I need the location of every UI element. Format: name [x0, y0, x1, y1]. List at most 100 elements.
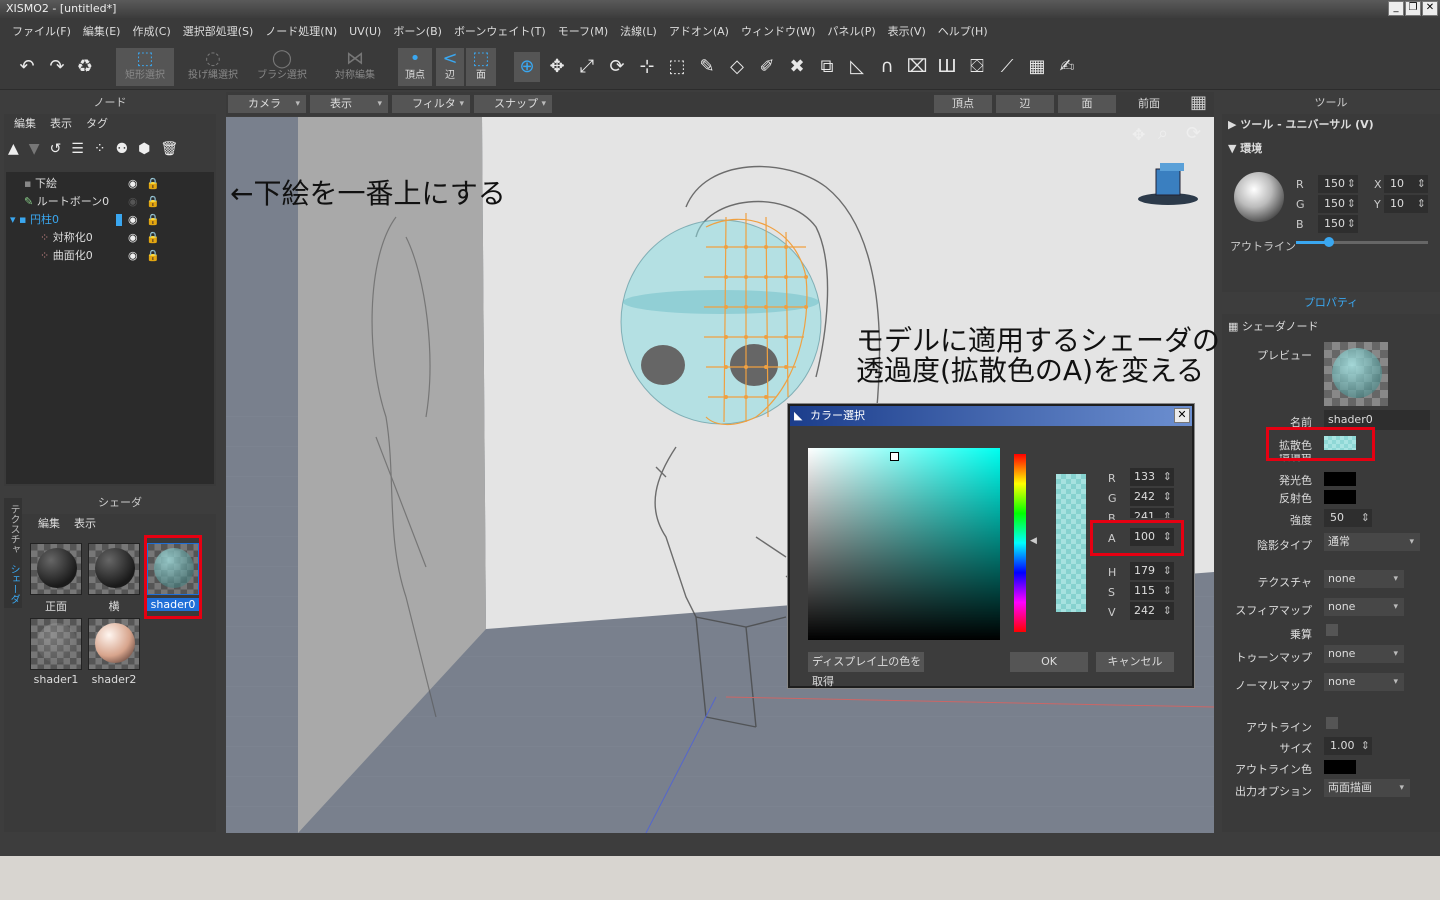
- cube-icon[interactable]: ⧉: [814, 56, 840, 77]
- saturation-value-area[interactable]: [808, 448, 1000, 640]
- move-down-icon[interactable]: ▼: [29, 134, 40, 164]
- rect-select-button[interactable]: ⬚ 矩形選択: [116, 48, 174, 86]
- recycle-icon[interactable]: ♻: [72, 56, 98, 77]
- dlg-v-input[interactable]: 242: [1130, 602, 1174, 620]
- pen-icon[interactable]: ✎: [694, 56, 720, 77]
- sphere-map-dropdown[interactable]: none: [1324, 598, 1404, 616]
- menu-file[interactable]: ファイル(F): [6, 23, 77, 39]
- film-icon[interactable]: ▦: [1024, 56, 1050, 77]
- menu-node[interactable]: ノード処理(N): [259, 23, 343, 39]
- redo-icon[interactable]: ↷: [44, 56, 70, 77]
- node-cylinder[interactable]: ▾ ▪ 円柱0 ◉ 🔒: [6, 211, 214, 229]
- env-y-input[interactable]: 10: [1384, 195, 1428, 213]
- shader-thumb-shader2[interactable]: [88, 618, 140, 670]
- toon-map-dropdown[interactable]: none: [1324, 645, 1404, 663]
- scale-icon[interactable]: ⤢: [574, 56, 600, 77]
- env-x-input[interactable]: 10: [1384, 175, 1428, 193]
- hue-slider[interactable]: [1014, 454, 1026, 632]
- snap-dropdown[interactable]: スナップ: [474, 95, 552, 113]
- node-menu-view[interactable]: 表示: [50, 114, 72, 134]
- menu-panel[interactable]: パネル(P): [821, 23, 881, 39]
- vertex-mode-button[interactable]: • 頂点: [398, 48, 432, 86]
- zoom-icon[interactable]: ⌕: [1158, 123, 1168, 144]
- emissive-color-swatch[interactable]: [1324, 472, 1356, 486]
- texture-dropdown[interactable]: none: [1324, 570, 1404, 588]
- symmetric-edit-button[interactable]: ⋈ 対称編集: [326, 48, 384, 86]
- eye-icon[interactable]: ◉: [128, 247, 138, 265]
- color-cursor[interactable]: [890, 452, 899, 461]
- menu-uv[interactable]: UV(U): [343, 25, 387, 38]
- dialog-close-button[interactable]: ✕: [1174, 408, 1190, 423]
- merge-icon[interactable]: ✖: [784, 56, 810, 77]
- node-symmetry[interactable]: ⁘ 対称化0 ◉ 🔒: [6, 229, 214, 247]
- edit-shape-icon[interactable]: ✍: [1054, 56, 1080, 77]
- specular-color-swatch[interactable]: [1324, 490, 1356, 504]
- outline-checkbox[interactable]: [1326, 717, 1338, 729]
- output-option-dropdown[interactable]: 両面描画: [1324, 779, 1410, 797]
- face-mode-button[interactable]: ⬚ 面: [466, 48, 496, 86]
- lock-icon[interactable]: 🔒: [146, 247, 160, 265]
- tool-name-row[interactable]: ▶ ツール - ユニバーサル (V): [1228, 116, 1374, 132]
- dlg-b-input[interactable]: 241: [1130, 508, 1174, 518]
- lock-icon[interactable]: 🔒: [146, 229, 160, 247]
- move-up-icon[interactable]: ▲: [8, 134, 19, 164]
- minimize-button[interactable]: _: [1388, 1, 1404, 16]
- display-dropdown[interactable]: 表示: [310, 95, 388, 113]
- pan-icon[interactable]: ✥: [1132, 125, 1145, 144]
- edge-filter-button[interactable]: 辺: [996, 95, 1054, 113]
- globe-icon[interactable]: ⊕: [514, 52, 540, 82]
- brush-select-button[interactable]: ◯ ブラシ選択: [252, 48, 312, 86]
- filter-dropdown[interactable]: フィルタ: [392, 95, 470, 113]
- env-section[interactable]: ▼ 環境: [1228, 140, 1262, 156]
- menu-bone-weight[interactable]: ボーンウェイト(T): [448, 23, 552, 39]
- close-button[interactable]: ✕: [1422, 1, 1438, 16]
- orbit-icon[interactable]: ⟳: [1186, 123, 1201, 144]
- node-root-bone[interactable]: ✎ ルートボーン0 ◉ 🔒: [6, 193, 214, 211]
- normal-map-dropdown[interactable]: none: [1324, 673, 1404, 691]
- grid-icon[interactable]: ⁘: [94, 134, 106, 164]
- node-subdivision[interactable]: ⁘ 曲面化0 ◉ 🔒: [6, 247, 214, 265]
- eye-icon[interactable]: ◉: [128, 175, 138, 193]
- eraser-icon[interactable]: ◇: [724, 56, 750, 77]
- eye-icon[interactable]: ◉: [128, 229, 138, 247]
- axis-icon[interactable]: ⊹: [634, 56, 660, 77]
- knife-icon[interactable]: ✐: [754, 56, 780, 77]
- dlg-h-input[interactable]: 179: [1130, 562, 1174, 580]
- env-r-input[interactable]: 150: [1318, 175, 1358, 193]
- box-icon[interactable]: ⬢: [138, 134, 150, 164]
- shader-thumb-front[interactable]: [30, 543, 82, 595]
- bevel-icon[interactable]: ◺: [844, 56, 870, 77]
- node-menu-edit[interactable]: 編集: [14, 114, 36, 134]
- undo-icon[interactable]: ↶: [14, 56, 40, 77]
- group-icon[interactable]: ⚉: [116, 134, 129, 164]
- lock-icon[interactable]: 🔒: [146, 175, 160, 193]
- front-face-button[interactable]: 前面: [1120, 95, 1178, 113]
- move-icon[interactable]: ✥: [544, 56, 570, 77]
- cancel-button[interactable]: キャンセル: [1096, 652, 1174, 672]
- node-menu-tag[interactable]: タグ: [86, 114, 108, 134]
- lasso-select-button[interactable]: ◌ 投げ縄選択: [182, 48, 244, 86]
- outline-size-input[interactable]: 1.00: [1324, 737, 1372, 755]
- power-input[interactable]: 50: [1324, 509, 1372, 527]
- dlg-s-input[interactable]: 115: [1130, 582, 1174, 600]
- menu-create[interactable]: 作成(C): [126, 23, 176, 39]
- camera-dropdown[interactable]: カメラ: [228, 95, 306, 113]
- multiply-checkbox[interactable]: [1326, 624, 1338, 636]
- ok-button[interactable]: OK: [1010, 652, 1088, 672]
- rotate-icon[interactable]: ⟳: [604, 56, 630, 77]
- shader-menu-view[interactable]: 表示: [74, 514, 96, 534]
- shader-thumb-side[interactable]: [88, 543, 140, 595]
- outline-color-swatch[interactable]: [1324, 760, 1356, 774]
- tab-texture[interactable]: テクスチャ: [6, 504, 21, 554]
- shading-type-dropdown[interactable]: 通常: [1324, 533, 1420, 551]
- node-shitae[interactable]: ▪ 下絵 ◉ 🔒: [6, 175, 214, 193]
- dlg-g-input[interactable]: 242: [1130, 488, 1174, 506]
- bounding-box-icon[interactable]: ⬚: [664, 56, 690, 77]
- face-filter-button[interactable]: 面: [1058, 95, 1116, 113]
- loop-icon[interactable]: Ш: [934, 56, 960, 77]
- menu-view[interactable]: 表示(V): [882, 23, 932, 39]
- lock-icon[interactable]: 🔒: [146, 211, 160, 229]
- menu-bone[interactable]: ボーン(B): [387, 23, 448, 39]
- menu-help[interactable]: ヘルプ(H): [932, 23, 994, 39]
- grid-view-icon[interactable]: ▦: [1190, 92, 1207, 113]
